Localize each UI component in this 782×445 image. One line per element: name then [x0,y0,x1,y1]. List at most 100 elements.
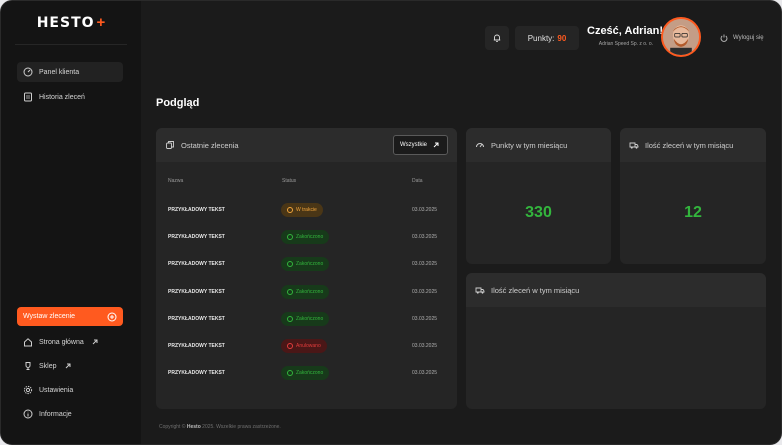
orders-month-title: Ilość zleceń w tym misiącu [645,140,734,150]
recent-orders-header: Ostatnie zlecenia Wszystkie [156,128,457,162]
order-date: 03.03.2025 [412,234,438,241]
create-order-button[interactable]: Wystaw zlecenie [17,307,123,326]
table-row[interactable]: PRZYKŁADOWY TEKST W trakcie 03.03.2025 [168,203,445,217]
order-date: 03.03.2025 [412,343,438,349]
order-status: Zakończono [281,257,330,272]
table-row[interactable]: PRZYKŁADOWY TEKST Anulowano 03.03.2025 [168,339,445,353]
sidebar: HESTO + Panel klienta Historia zleceń Wy… [1,1,141,444]
status-badge: Anulowano [281,339,327,353]
points-indicator: Punkty: 90 [515,26,579,50]
status-label: Zakończono [296,288,324,295]
column-header-date[interactable]: Data [412,178,423,184]
order-name: PRZYKŁADOWY TEKST [168,288,225,295]
logo[interactable]: HESTO + [15,1,127,45]
column-header-status[interactable]: Status [282,178,296,184]
external-arrow-icon [63,361,73,371]
sidebar-item-historia-zlecen[interactable]: Historia zleceń [17,87,123,107]
sidebar-item-panel-klienta[interactable]: Panel klienta [17,62,123,82]
orders-month-chart-title: Ilość zleceń w tym misiącu [491,285,580,295]
points-month-card: Punkty w tym miesiącu 330 [466,128,611,264]
recent-orders-title: Ostatnie zlecenia [181,140,239,150]
status-label: Zakończono [296,370,324,377]
order-date: 03.03.2025 [412,315,438,322]
column-header-name[interactable]: Nazwa [168,178,183,184]
greeting-title: Cześć, Adrian! [587,25,664,37]
order-status: Zakończono [281,284,330,299]
points-month-header: Punkty w tym miesiącu [466,128,611,162]
table-row[interactable]: PRZYKŁADOWY TEKST Zakończono 03.03.2025 [168,230,445,245]
status-label: Zakończono [296,234,324,241]
status-dot-icon [287,370,293,377]
sidebar-item-label: Panel klienta [39,68,80,76]
status-dot-icon [287,315,293,322]
recent-orders-card: Ostatnie zlecenia Wszystkie Nazwa Status… [156,128,457,409]
order-status: Zakończono [281,230,330,245]
page-title: Podgląd [156,97,200,109]
external-arrow-icon [90,337,100,347]
sidebar-item-strona-glowna[interactable]: Strona główna [17,332,123,352]
user-greeting: Cześć, Adrian! Adrian Speed Sp. z o. o. [587,25,664,47]
gauge-icon [475,140,485,150]
orders-month-chart-card: Ilość zleceń w tym misiącu [466,273,766,409]
status-dot-icon [287,261,293,268]
external-arrow-icon [431,140,441,150]
copy-icon [165,140,175,150]
footer-copyright: Copyright © Hesto 2025. Wszelkie prawa z… [159,424,281,430]
points-month-title: Punkty w tym miesiącu [491,140,568,150]
sidebar-bottom-nav: Strona główna Sklep Ustawienia Informacj… [17,332,123,428]
history-icon [23,92,33,102]
sidebar-item-label: Ustawienia [39,386,74,394]
order-name: PRZYKŁADOWY TEKST [168,207,225,213]
sidebar-item-label: Historia zleceń [39,93,85,101]
avatar[interactable] [661,17,701,57]
sidebar-item-label: Informacje [39,410,72,418]
notifications-button[interactable] [485,26,509,50]
orders-month-chart-header: Ilość zleceń w tym misiącu [466,273,766,307]
order-date: 03.03.2025 [412,207,438,213]
sidebar-item-informacje[interactable]: Informacje [17,404,123,424]
table-row[interactable]: PRZYKŁADOWY TEKST Zakończono 03.03.2025 [168,284,445,299]
gear-icon [23,385,33,395]
footer-prefix: Copyright © [159,424,186,430]
bell-icon [492,33,502,43]
order-status: Anulowano [281,339,327,353]
home-icon [23,337,33,347]
logout-button[interactable]: Wyloguj się [719,33,764,43]
table-row[interactable]: PRZYKŁADOWY TEKST Zakończono 03.03.2025 [168,257,445,272]
company-name: Adrian Speed Sp. z o. o. [598,41,653,47]
sidebar-item-sklep[interactable]: Sklep [17,356,123,376]
status-dot-icon [287,343,293,349]
order-name: PRZYKŁADOWY TEKST [168,234,225,241]
status-badge: Zakończono [281,284,330,299]
order-date: 03.03.2025 [412,261,438,268]
app-window: HESTO + Panel klienta Historia zleceń Wy… [0,0,782,445]
footer-suffix: 2025. Wszelkie prawa zastrzeżone. [202,424,281,430]
status-dot-icon [287,288,293,295]
view-all-button[interactable]: Wszystkie [393,135,448,155]
points-month-value: 330 [525,204,552,221]
footer-brand: Hesto [186,424,201,430]
order-date: 03.03.2025 [412,288,438,295]
order-name: PRZYKŁADOWY TEKST [168,370,225,377]
status-label: Anulowano [296,343,321,349]
status-badge: Zakończono [281,230,330,245]
truck-icon [475,285,485,295]
gauge-icon [23,67,33,77]
order-name: PRZYKŁADOWY TEKST [168,343,225,349]
order-name: PRZYKŁADOWY TEKST [168,315,225,322]
sidebar-item-label: Sklep [39,362,57,370]
sidebar-item-ustawienia[interactable]: Ustawienia [17,380,123,400]
trophy-icon [23,361,33,371]
avatar-image [663,19,699,55]
status-badge: W trakcie [281,203,323,217]
view-all-label: Wszystkie [400,142,427,148]
table-row[interactable]: PRZYKŁADOWY TEKST Zakończono 03.03.2025 [168,366,445,381]
orders-month-value: 12 [684,204,702,221]
order-status: W trakcie [281,203,323,217]
table-row[interactable]: PRZYKŁADOWY TEKST Zakończono 03.03.2025 [168,311,445,326]
status-dot-icon [287,207,293,213]
points-value: 90 [557,33,567,43]
status-dot-icon [287,234,293,241]
logo-plus: + [96,14,106,31]
status-badge: Zakończono [281,311,330,326]
